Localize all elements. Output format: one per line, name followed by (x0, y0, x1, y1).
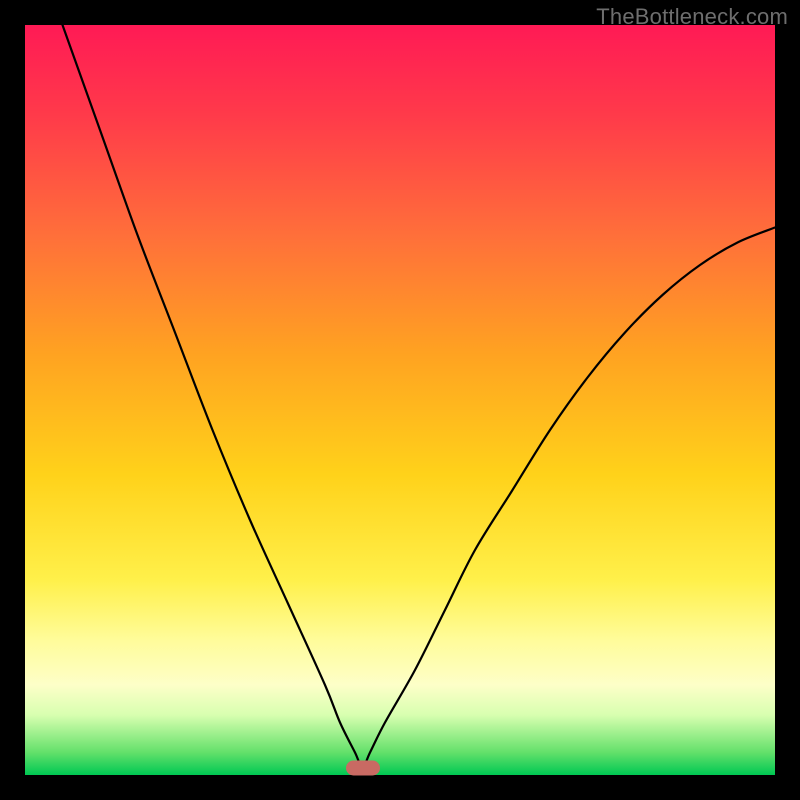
bottleneck-curve (25, 25, 775, 775)
minimum-marker (346, 760, 380, 775)
plot-area (25, 25, 775, 775)
curve-path (63, 25, 776, 768)
chart-frame: TheBottleneck.com (0, 0, 800, 800)
